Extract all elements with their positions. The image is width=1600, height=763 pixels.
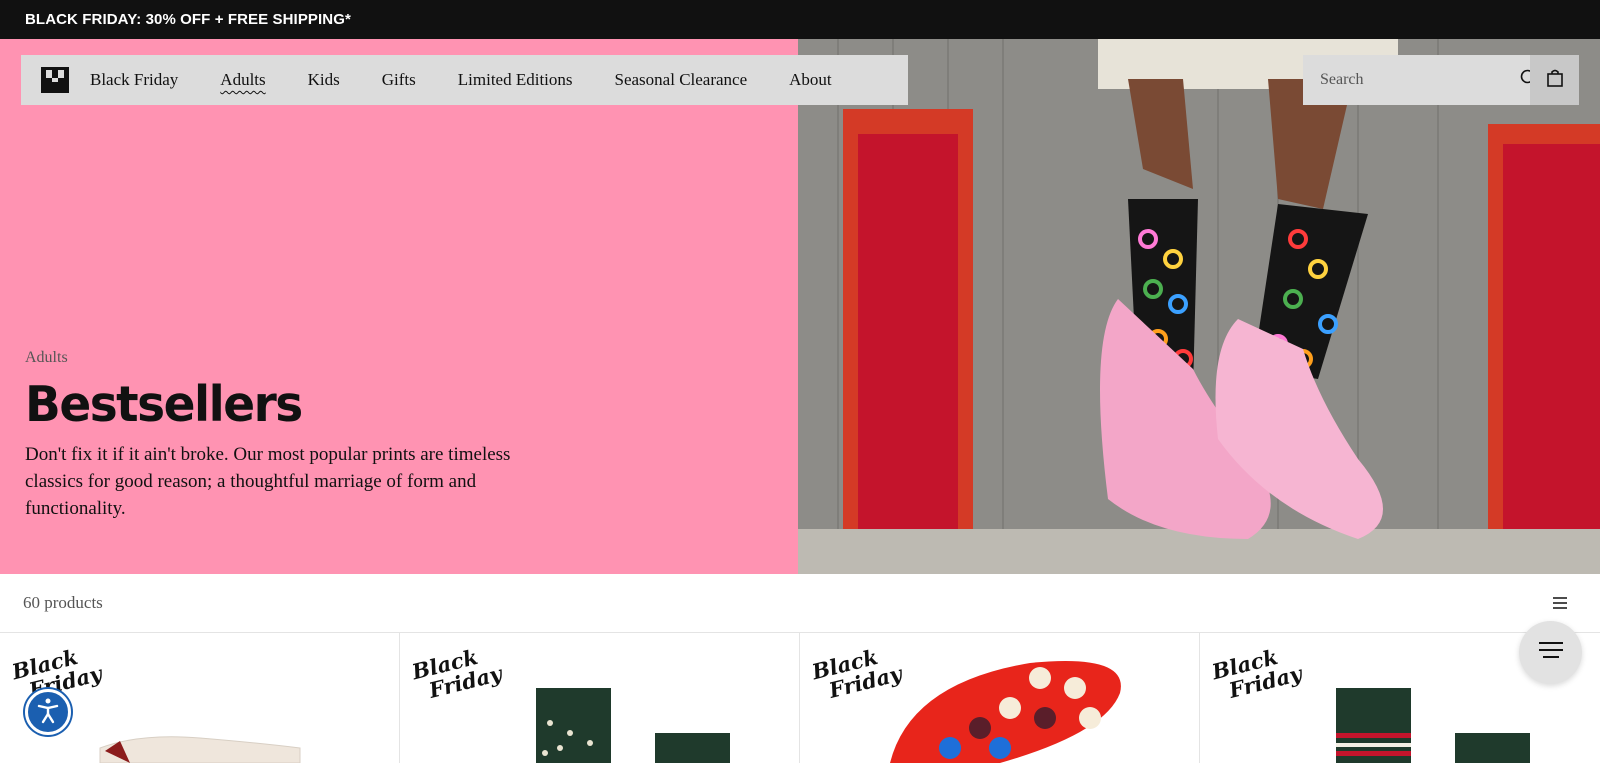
nav-item-adults[interactable]: Adults — [220, 70, 265, 90]
hero-photo — [798, 39, 1600, 574]
shopping-bag-icon — [1546, 69, 1564, 92]
nav-item-about[interactable]: About — [789, 70, 832, 90]
menu-icon — [1538, 641, 1564, 664]
menu-button[interactable] — [1519, 621, 1582, 684]
listing-toolbar: 60 products — [0, 574, 1600, 633]
product-card[interactable]: Black Friday — [800, 633, 1200, 763]
accessibility-icon — [34, 696, 62, 729]
hero-image — [798, 39, 1600, 574]
hero-section: Black Friday Adults Kids Gifts Limited E… — [0, 39, 1600, 574]
nav-item-gifts[interactable]: Gifts — [382, 70, 416, 90]
page-title: Bestsellers — [25, 375, 303, 434]
nav-item-seasonal-clearance[interactable]: Seasonal Clearance — [615, 70, 748, 90]
brand-logo-icon[interactable] — [41, 67, 69, 93]
accessibility-button[interactable] — [25, 689, 71, 735]
hero-description: Don't fix it if it ain't broke. Our most… — [25, 444, 511, 519]
nav-item-black-friday[interactable]: Black Friday — [90, 70, 178, 90]
search-input[interactable] — [1320, 71, 1520, 89]
cart-button[interactable] — [1530, 55, 1579, 105]
list-view-icon[interactable] — [1552, 595, 1568, 611]
product-count: 60 products — [23, 593, 103, 612]
nav-item-limited-editions[interactable]: Limited Editions — [458, 70, 573, 90]
nav-item-kids[interactable]: Kids — [308, 70, 340, 90]
hero-text: Adults Bestsellers Don't fix it if it ai… — [25, 349, 545, 522]
search-box — [1303, 55, 1538, 105]
main-nav: Black Friday Adults Kids Gifts Limited E… — [21, 55, 908, 105]
promo-bar[interactable]: BLACK FRIDAY: 30% OFF + FREE SHIPPING* — [0, 0, 1600, 39]
product-card[interactable]: Black Friday — [400, 633, 800, 763]
breadcrumb[interactable]: Adults — [25, 349, 545, 367]
product-grid: Black Friday Black Friday Black Friday B… — [0, 633, 1600, 763]
